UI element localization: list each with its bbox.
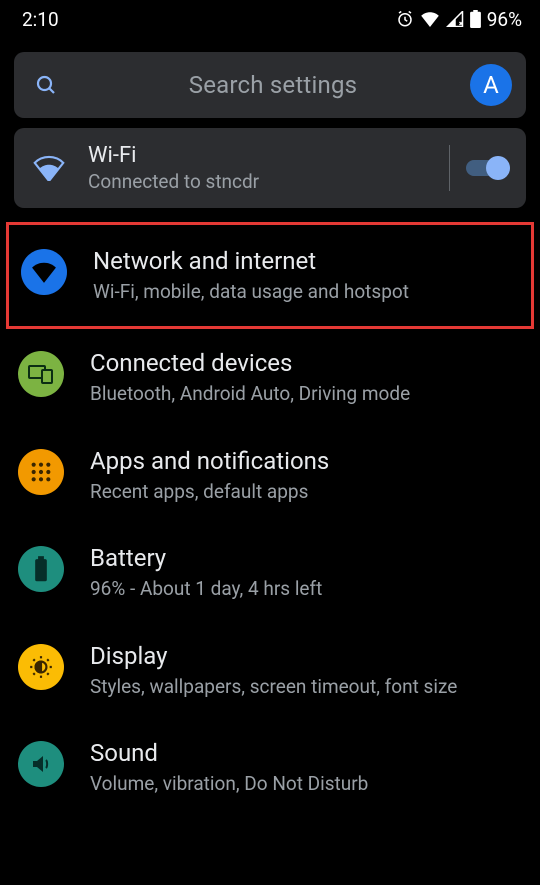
row-subtitle: Volume, vibration, Do Not Disturb bbox=[90, 772, 522, 797]
row-connected-devices[interactable]: Connected devices Bluetooth, Android Aut… bbox=[0, 329, 540, 426]
alarm-icon bbox=[396, 10, 414, 28]
row-network-and-internet[interactable]: Network and internet Wi-Fi, mobile, data… bbox=[6, 222, 534, 329]
row-title: Network and internet bbox=[93, 247, 519, 276]
row-subtitle: Styles, wallpapers, screen timeout, font… bbox=[90, 675, 522, 700]
apps-icon bbox=[18, 449, 64, 495]
wifi-divider bbox=[449, 145, 450, 191]
battery-percent: 96% bbox=[487, 8, 522, 31]
row-title: Sound bbox=[90, 739, 522, 768]
wifi-icon bbox=[32, 155, 88, 181]
wifi-icon bbox=[21, 249, 67, 295]
row-sound[interactable]: Sound Volume, vibration, Do Not Disturb bbox=[0, 719, 540, 804]
row-subtitle: Bluetooth, Android Auto, Driving mode bbox=[90, 382, 522, 407]
row-battery[interactable]: Battery 96% - About 1 day, 4 hrs left bbox=[0, 524, 540, 621]
wifi-subtitle: Connected to stncdr bbox=[88, 170, 433, 193]
status-bar: 2:10 96% bbox=[0, 0, 540, 38]
display-icon bbox=[18, 644, 64, 690]
search-placeholder: Search settings bbox=[76, 71, 470, 99]
row-apps-and-notifications[interactable]: Apps and notifications Recent apps, defa… bbox=[0, 427, 540, 524]
wifi-toggle[interactable] bbox=[466, 156, 510, 180]
row-title: Connected devices bbox=[90, 349, 522, 378]
wifi-status-icon bbox=[420, 11, 440, 27]
avatar-initial: A bbox=[483, 71, 499, 99]
settings-list: Network and internet Wi-Fi, mobile, data… bbox=[0, 222, 540, 805]
row-display[interactable]: Display Styles, wallpapers, screen timeo… bbox=[0, 622, 540, 719]
battery-icon bbox=[18, 546, 64, 592]
search-icon bbox=[34, 73, 76, 97]
status-time: 2:10 bbox=[22, 8, 59, 31]
sound-icon bbox=[18, 741, 64, 787]
row-subtitle: 96% - About 1 day, 4 hrs left bbox=[90, 577, 522, 602]
row-subtitle: Wi-Fi, mobile, data usage and hotspot bbox=[93, 280, 519, 305]
status-icons: 96% bbox=[396, 8, 522, 31]
devices-icon bbox=[18, 351, 64, 397]
row-title: Apps and notifications bbox=[90, 447, 522, 476]
profile-avatar[interactable]: A bbox=[470, 64, 512, 106]
row-subtitle: Recent apps, default apps bbox=[90, 480, 522, 505]
row-title: Battery bbox=[90, 544, 522, 573]
row-title: Display bbox=[90, 642, 522, 671]
wifi-quick-card[interactable]: Wi-Fi Connected to stncdr bbox=[14, 128, 526, 208]
wifi-title: Wi-Fi bbox=[88, 143, 433, 168]
search-bar[interactable]: Search settings A bbox=[14, 52, 526, 118]
cellular-signal-icon bbox=[446, 11, 464, 27]
battery-icon bbox=[470, 10, 481, 28]
